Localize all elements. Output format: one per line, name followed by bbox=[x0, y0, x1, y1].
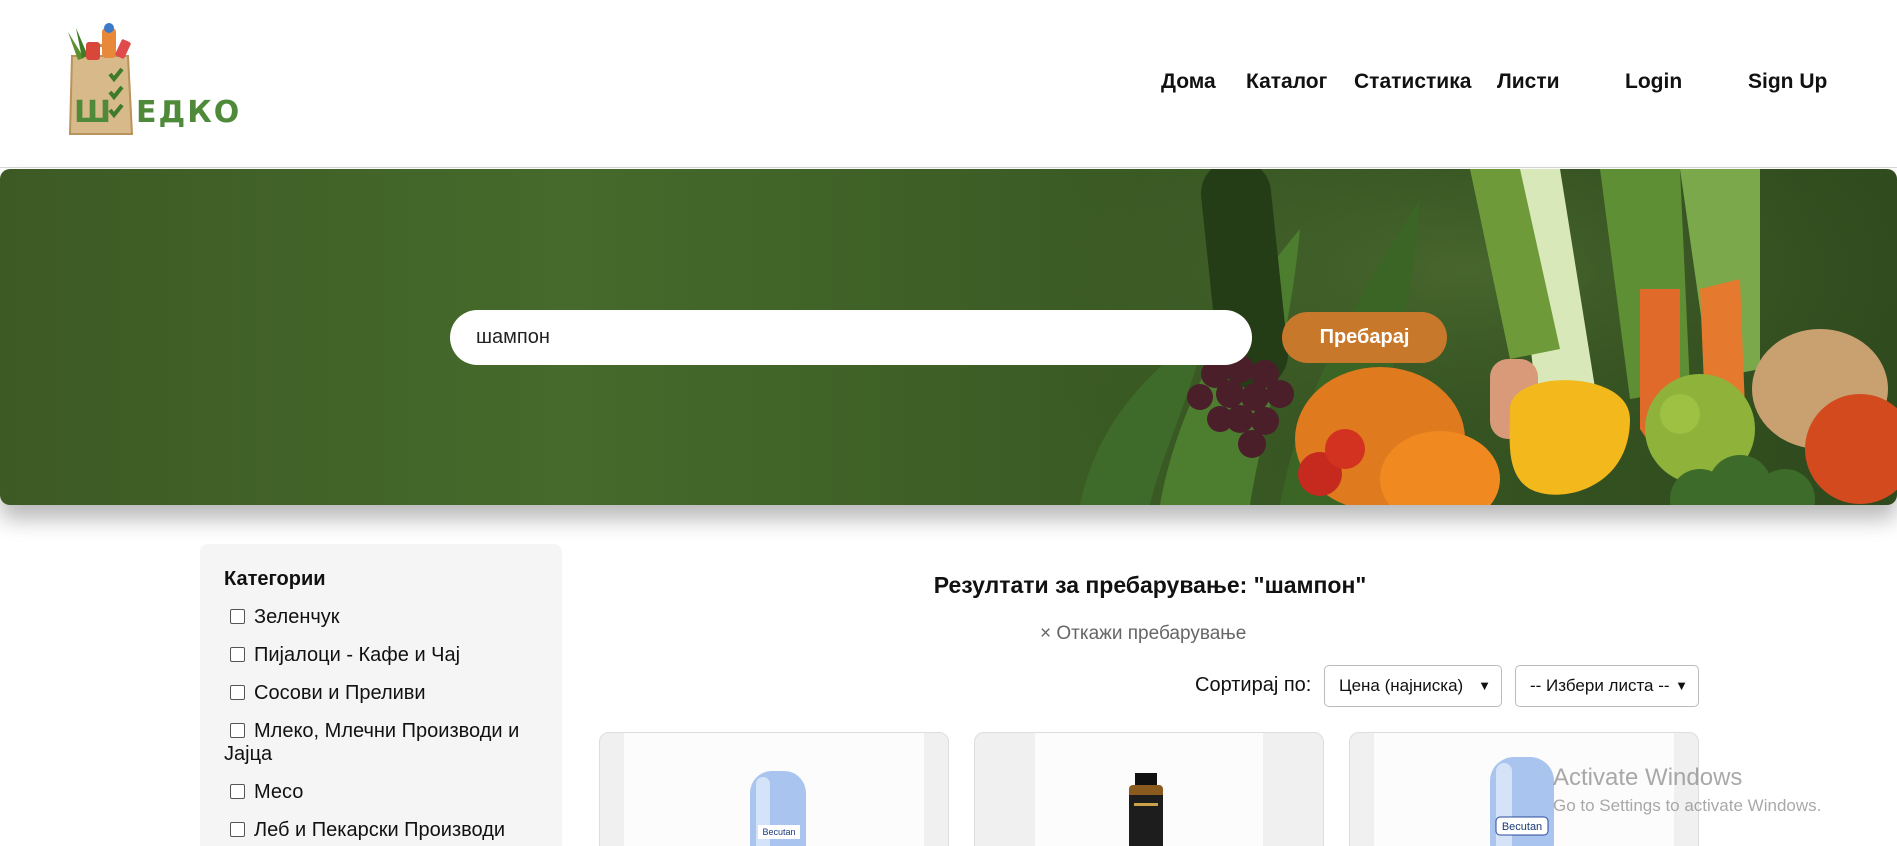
product-image-area bbox=[1035, 733, 1263, 846]
nav-login-link[interactable]: Login bbox=[1625, 70, 1682, 94]
sidebar-title: Категории bbox=[224, 568, 326, 590]
category-label: Пијалоци - Кафе и Чај bbox=[254, 644, 461, 666]
chevron-down-icon: ▼ bbox=[1675, 678, 1688, 693]
category-item[interactable]: Сосови и Преливи bbox=[224, 682, 544, 705]
category-item[interactable]: Зеленчук bbox=[224, 606, 544, 629]
main-nav: Дома Каталог Статистика Листи Login Sign… bbox=[0, 70, 1897, 100]
sort-select-value: Цена (најниска) bbox=[1339, 676, 1464, 695]
product-card[interactable] bbox=[974, 732, 1324, 846]
product-card[interactable]: Becutan bbox=[599, 732, 949, 846]
nav-catalog-link[interactable]: Каталог bbox=[1246, 70, 1327, 94]
shampoo-bottle-dark-icon bbox=[1129, 773, 1163, 846]
category-checkbox[interactable] bbox=[230, 723, 245, 738]
list-select[interactable]: -- Избери листа -- ▼ bbox=[1515, 665, 1699, 707]
sort-select[interactable]: Цена (најниска) ▼ bbox=[1324, 665, 1502, 707]
category-item[interactable]: Млеко, Млечни Производи и Јајца bbox=[224, 720, 544, 766]
shampoo-bottle-blue-icon: Becutan bbox=[750, 771, 806, 846]
windows-activation-watermark: Activate Windows Go to Settings to activ… bbox=[1553, 764, 1821, 816]
category-checkbox[interactable] bbox=[230, 685, 245, 700]
category-checkbox[interactable] bbox=[230, 647, 245, 662]
cancel-search-link[interactable]: × Откажи пребарување bbox=[1040, 623, 1246, 645]
product-brand-label: Becutan bbox=[1502, 821, 1542, 833]
nav-signup-link[interactable]: Sign Up bbox=[1748, 70, 1827, 94]
category-item[interactable]: Леб и Пекарски Производи bbox=[224, 819, 544, 842]
product-image-area: Becutan bbox=[624, 733, 924, 846]
category-sidebar: Категории Зеленчук Пијалоци - Кафе и Чај… bbox=[200, 544, 562, 846]
category-item[interactable]: Месо bbox=[224, 781, 544, 804]
nav-lists-link[interactable]: Листи bbox=[1497, 70, 1560, 94]
watermark-subtitle: Go to Settings to activate Windows. bbox=[1553, 796, 1822, 815]
category-label: Месо bbox=[254, 781, 304, 803]
results-title: Резултати за пребарување: "шампон" bbox=[933, 572, 1367, 598]
category-checkbox[interactable] bbox=[230, 784, 245, 799]
watermark-title: Activate Windows bbox=[1553, 764, 1743, 791]
search-input[interactable] bbox=[450, 310, 1252, 365]
product-brand-label: Becutan bbox=[762, 827, 795, 837]
nav-statistics-link[interactable]: Статистика bbox=[1354, 70, 1471, 94]
hero-banner: Пребарај bbox=[0, 169, 1897, 505]
nav-home-link[interactable]: Дома bbox=[1161, 70, 1216, 94]
category-checkbox[interactable] bbox=[230, 609, 245, 624]
category-item[interactable]: Пијалоци - Кафе и Чај bbox=[224, 644, 544, 667]
category-list: Зеленчук Пијалоци - Кафе и Чај Сосови и … bbox=[224, 606, 544, 846]
chevron-down-icon: ▼ bbox=[1478, 678, 1491, 693]
category-label: Млеко, Млечни Производи и Јајца bbox=[224, 720, 520, 765]
list-select-value: -- Избери листа -- bbox=[1530, 676, 1670, 695]
site-header: Ш ЕДКО Дома Каталог Статистика Листи Log… bbox=[0, 0, 1897, 168]
category-label: Зеленчук bbox=[254, 606, 340, 628]
sort-label: Сортирај по: bbox=[1195, 674, 1312, 696]
category-label: Сосови и Преливи bbox=[254, 682, 426, 704]
category-label: Леб и Пекарски Производи bbox=[254, 819, 506, 841]
svg-text:ЕДКО: ЕДКО bbox=[136, 95, 241, 130]
svg-text:Ш: Ш bbox=[74, 95, 111, 130]
search-button[interactable]: Пребарај bbox=[1282, 312, 1447, 363]
category-checkbox[interactable] bbox=[230, 822, 245, 837]
